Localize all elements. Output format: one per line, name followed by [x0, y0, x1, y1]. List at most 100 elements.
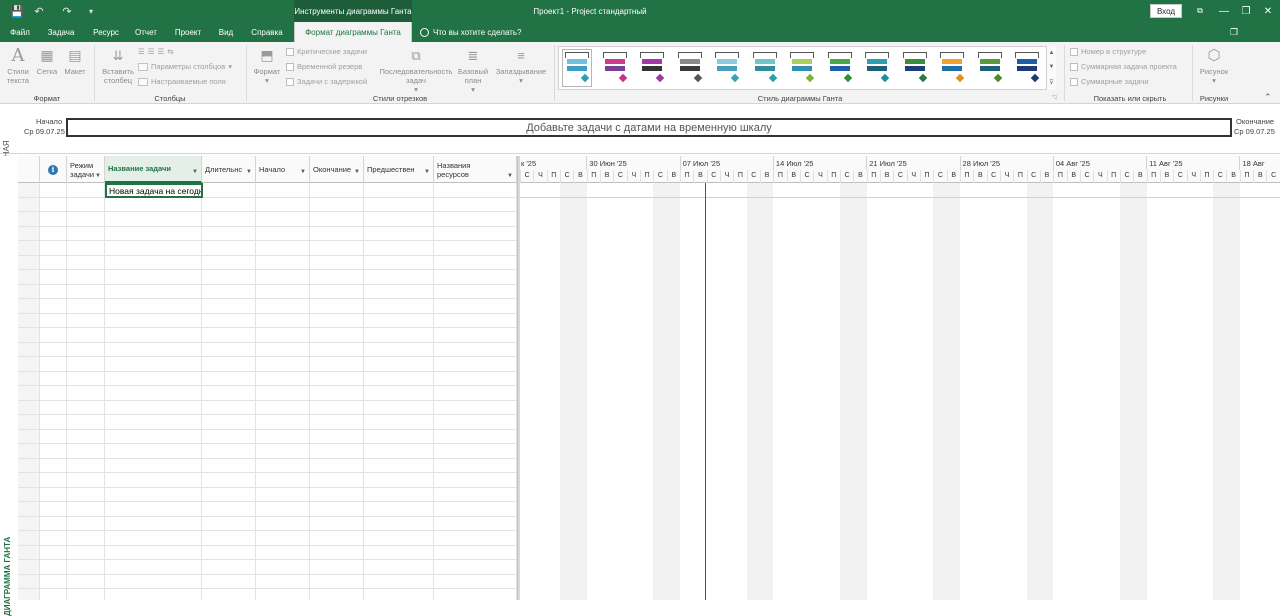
- table-cell[interactable]: [256, 371, 310, 385]
- table-cell[interactable]: [202, 502, 256, 516]
- table-cell[interactable]: [310, 589, 364, 600]
- table-cell[interactable]: [40, 270, 67, 284]
- table-cell[interactable]: [105, 284, 202, 298]
- col-header-mode[interactable]: Режим задачи ▼: [67, 156, 105, 183]
- gantt-style-swatch[interactable]: [788, 50, 816, 86]
- table-cell[interactable]: [434, 429, 517, 443]
- table-cell[interactable]: [67, 183, 105, 197]
- tab-help[interactable]: Справка: [246, 22, 288, 42]
- table-cell[interactable]: [434, 255, 517, 269]
- table-cell[interactable]: [40, 241, 67, 255]
- row-header-cell[interactable]: [18, 183, 40, 197]
- drawing-button[interactable]: ⬡ Рисунок ▾: [1196, 45, 1232, 86]
- table-cell[interactable]: [434, 313, 517, 327]
- table-cell[interactable]: [256, 444, 310, 458]
- tab-task[interactable]: Задача: [42, 22, 80, 42]
- align-buttons[interactable]: ☰ ☰ ☰ ⇆: [138, 47, 174, 56]
- table-cell[interactable]: [105, 328, 202, 342]
- table-cell[interactable]: [256, 531, 310, 545]
- table-cell[interactable]: [105, 197, 202, 211]
- table-row[interactable]: [18, 226, 517, 241]
- slippage-button[interactable]: ≡ Запаздывание ▾: [492, 45, 550, 86]
- table-cell[interactable]: [67, 226, 105, 240]
- table-cell[interactable]: [40, 226, 67, 240]
- table-cell[interactable]: [40, 574, 67, 588]
- table-cell[interactable]: [364, 241, 434, 255]
- table-row[interactable]: [18, 371, 517, 386]
- table-cell[interactable]: [310, 473, 364, 487]
- row-header-cell[interactable]: [18, 429, 40, 443]
- table-cell[interactable]: [310, 270, 364, 284]
- table-cell[interactable]: [105, 589, 202, 600]
- table-cell[interactable]: [105, 531, 202, 545]
- gantt-style-swatch[interactable]: [938, 50, 966, 86]
- table-cell[interactable]: [67, 270, 105, 284]
- table-cell[interactable]: [364, 574, 434, 588]
- gantt-style-swatch[interactable]: [826, 50, 854, 86]
- table-cell[interactable]: [434, 328, 517, 342]
- row-header-cell[interactable]: [18, 342, 40, 356]
- table-cell[interactable]: [364, 560, 434, 574]
- gantt-style-swatch[interactable]: [713, 50, 741, 86]
- table-cell[interactable]: [105, 473, 202, 487]
- table-cell[interactable]: [364, 212, 434, 226]
- table-cell[interactable]: [310, 299, 364, 313]
- table-cell[interactable]: [105, 545, 202, 559]
- table-cell[interactable]: [310, 429, 364, 443]
- table-row[interactable]: [18, 429, 517, 444]
- align-left-icon[interactable]: ☰: [138, 47, 145, 56]
- gantt-style-swatch[interactable]: [601, 50, 629, 86]
- tab-view[interactable]: Вид: [212, 22, 240, 42]
- table-row[interactable]: [18, 516, 517, 531]
- table-cell[interactable]: [434, 400, 517, 414]
- table-row[interactable]: [18, 415, 517, 430]
- table-row[interactable]: [18, 183, 517, 198]
- table-cell[interactable]: [40, 386, 67, 400]
- table-cell[interactable]: [256, 328, 310, 342]
- row-header-cell[interactable]: [18, 313, 40, 327]
- table-cell[interactable]: [105, 444, 202, 458]
- baseline-button[interactable]: ≣ Базовый план ▾: [455, 45, 491, 95]
- table-row[interactable]: [18, 284, 517, 299]
- table-cell[interactable]: [310, 502, 364, 516]
- task-name-edit-input[interactable]: Новая задача на сегодня: [105, 183, 203, 198]
- format-bar-button[interactable]: ⬒ Формат ▾: [250, 45, 284, 86]
- table-cell[interactable]: [40, 212, 67, 226]
- table-cell[interactable]: [40, 197, 67, 211]
- table-cell[interactable]: [434, 357, 517, 371]
- table-cell[interactable]: [256, 197, 310, 211]
- table-row[interactable]: [18, 357, 517, 372]
- table-row[interactable]: [18, 299, 517, 314]
- table-cell[interactable]: [310, 342, 364, 356]
- gantt-style-swatch[interactable]: [562, 49, 592, 87]
- table-cell[interactable]: [310, 313, 364, 327]
- table-cell[interactable]: [105, 560, 202, 574]
- gallery-more-icon[interactable]: ⊽: [1049, 79, 1053, 86]
- row-header-cell[interactable]: [18, 328, 40, 342]
- table-cell[interactable]: [434, 473, 517, 487]
- table-row[interactable]: [18, 531, 517, 546]
- table-cell[interactable]: [434, 415, 517, 429]
- table-cell[interactable]: [40, 458, 67, 472]
- table-cell[interactable]: [256, 255, 310, 269]
- table-cell[interactable]: [310, 545, 364, 559]
- col-header-name[interactable]: Название задачи ▼: [105, 156, 202, 183]
- table-cell[interactable]: [256, 270, 310, 284]
- table-row[interactable]: [18, 255, 517, 270]
- table-cell[interactable]: [67, 458, 105, 472]
- table-row[interactable]: [18, 458, 517, 473]
- ribbon-restore-icon[interactable]: ❐: [1225, 22, 1243, 42]
- table-cell[interactable]: [434, 545, 517, 559]
- table-cell[interactable]: [310, 516, 364, 530]
- table-cell[interactable]: [202, 574, 256, 588]
- summary-tasks-checkbox[interactable]: Суммарные задачи: [1070, 77, 1149, 86]
- table-cell[interactable]: [364, 357, 434, 371]
- table-cell[interactable]: [256, 183, 310, 197]
- table-cell[interactable]: [434, 458, 517, 472]
- row-header-cell[interactable]: [18, 197, 40, 211]
- table-cell[interactable]: [105, 574, 202, 588]
- table-cell[interactable]: [67, 574, 105, 588]
- table-cell[interactable]: [256, 429, 310, 443]
- table-cell[interactable]: [364, 473, 434, 487]
- table-cell[interactable]: [105, 299, 202, 313]
